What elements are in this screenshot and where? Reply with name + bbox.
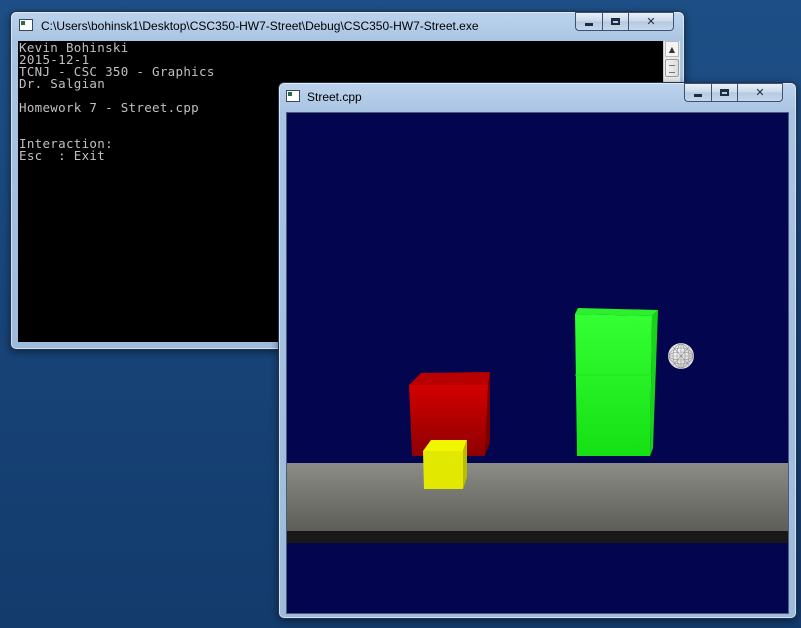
wireframe-sphere: [668, 343, 694, 369]
close-icon: ✕: [646, 15, 656, 28]
maximize-icon: [611, 18, 620, 25]
console-close-button[interactable]: ✕: [628, 12, 674, 31]
console-app-icon: [19, 19, 33, 31]
console-line: Homework 7 - Street.cpp: [19, 100, 199, 115]
street-scene: [287, 113, 788, 613]
opengl-canvas[interactable]: [286, 112, 789, 614]
console-minimize-button[interactable]: [575, 12, 602, 31]
maximize-icon: [720, 89, 729, 96]
console-maximize-button[interactable]: [602, 12, 628, 31]
street-maximize-button[interactable]: [711, 83, 737, 102]
street-close-button[interactable]: ✕: [737, 83, 783, 102]
console-line: Dr. Salgian: [19, 76, 106, 91]
console-titlebar[interactable]: C:\Users\bohinsk1\Desktop\CSC350-HW7-Str…: [11, 12, 684, 40]
street-minimize-button[interactable]: [684, 83, 711, 102]
opengl-window-icon: [286, 90, 300, 102]
street-caption-buttons: ✕: [684, 83, 783, 102]
close-icon: ✕: [755, 86, 765, 99]
street-window-title: Street.cpp: [307, 90, 362, 104]
green-box: [575, 308, 658, 456]
console-window-title: C:\Users\bohinsk1\Desktop\CSC350-HW7-Str…: [41, 19, 479, 33]
minimize-icon: [694, 94, 702, 97]
console-text-lines: Kevin Bohinski 2015-12-1 TCNJ - CSC 350 - …: [19, 41, 215, 163]
console-line: Esc : Exit: [19, 148, 106, 163]
scroll-up-arrow-icon[interactable]: ▲: [665, 41, 679, 57]
console-caption-buttons: ✕: [575, 12, 674, 31]
street-titlebar[interactable]: Street.cpp ✕: [279, 83, 796, 111]
scrollbar-thumb[interactable]: [665, 59, 679, 77]
yellow-cube: [423, 440, 467, 489]
minimize-icon: [585, 23, 593, 26]
street-window[interactable]: Street.cpp ✕: [278, 82, 797, 619]
street-curb: [287, 531, 788, 543]
street-surface: [287, 463, 788, 531]
